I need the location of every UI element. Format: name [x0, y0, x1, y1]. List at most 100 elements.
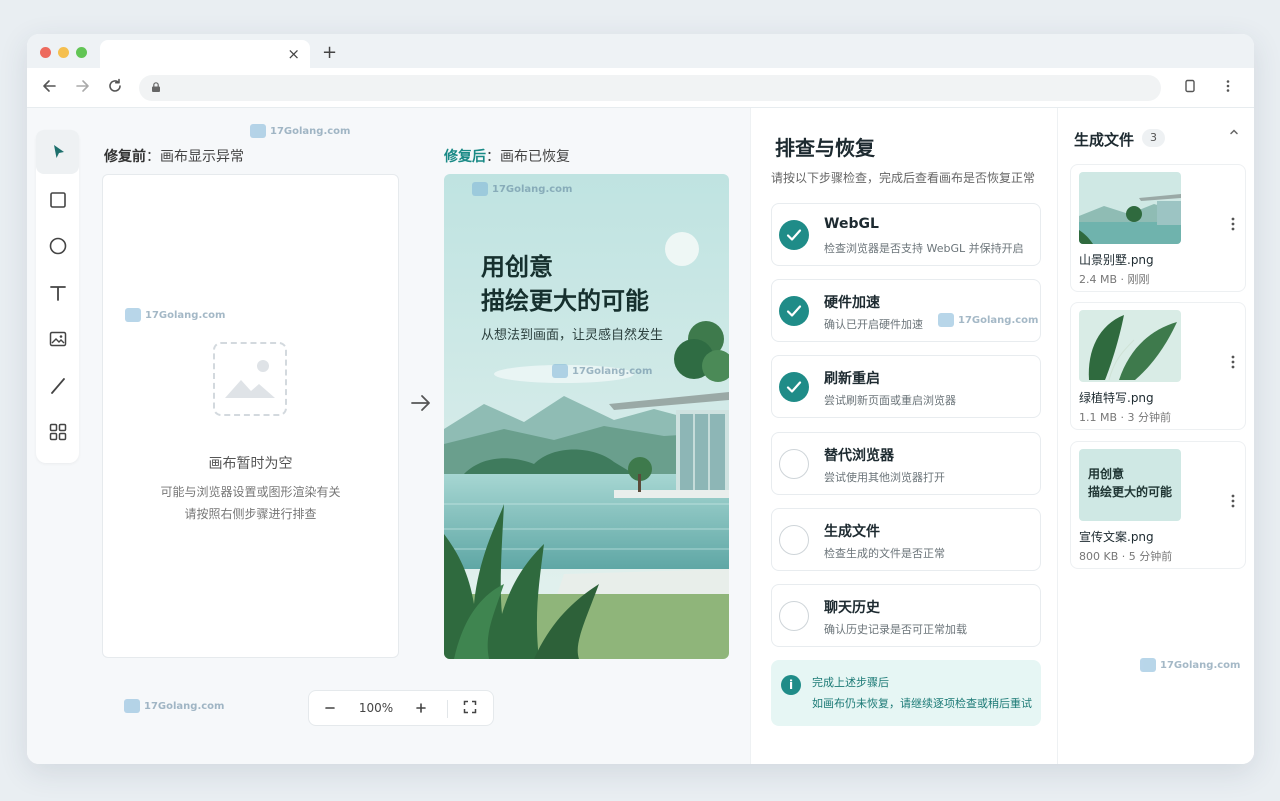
step-alternate-browser[interactable]: 替代浏览器 尝试使用其他浏览器打开 [771, 432, 1041, 495]
menu-icon[interactable] [1218, 78, 1238, 98]
watermark-logo-icon [250, 124, 266, 138]
troubleshoot-panel: 排查与恢复 请按以下步骤检查，完成后查看画布是否恢复正常 WebGL 检查浏览器… [750, 108, 1057, 764]
line-tool[interactable] [36, 364, 79, 408]
more-icon[interactable] [1231, 217, 1235, 235]
browser-tab[interactable]: × [100, 40, 310, 68]
step-webgl[interactable]: WebGL 检查浏览器是否支持 WebGL 并保持开启 [771, 203, 1041, 266]
poster-title-line2: 描绘更大的可能 [481, 287, 649, 315]
file-card[interactable]: 绿植特写.png 1.1 MB · 3 分钟前 [1070, 302, 1246, 430]
notice-desc: 如画布仍未恢复，请继续逐项检查或稍后重试 [812, 697, 1032, 710]
file-name: 山景别墅.png [1079, 253, 1154, 267]
image-tool[interactable] [36, 317, 79, 361]
tool-rail [36, 130, 79, 463]
unchecked-circle-icon [779, 601, 809, 631]
poster-subtitle: 从想法到画面，让灵感自然发生 [481, 328, 664, 343]
watermark: 17Golang.com [250, 124, 350, 138]
completion-notice: i 完成上述步骤后 如画布仍未恢复，请继续逐项检查或稍后重试 [771, 660, 1041, 726]
rectangle-tool[interactable] [36, 178, 79, 222]
empty-canvas-panel: 画布暂时为空 可能与浏览器设置或图形渲染有关 请按照右侧步骤进行排查 17Gol… [102, 174, 399, 658]
image-placeholder-icon [213, 342, 287, 416]
troubleshoot-desc: 请按以下步骤检查，完成后查看画布是否恢复正常 [771, 171, 1036, 185]
poster-title: 用创意 描绘更大的可能 [481, 250, 649, 318]
thumbnail-text: 用创意 描绘更大的可能 [1088, 465, 1172, 501]
tab-strip: × + [27, 34, 1254, 68]
step-desc: 确认历史记录是否可正常加载 [824, 623, 967, 636]
file-meta: 1.1 MB · 3 分钟前 [1079, 411, 1172, 424]
lock-icon [152, 82, 160, 92]
circle-icon [49, 237, 66, 255]
zoom-bar: 100% [308, 690, 494, 726]
step-generated-files[interactable]: 生成文件 检查生成的文件是否正常 [771, 508, 1041, 571]
new-tab-button[interactable]: + [322, 42, 337, 63]
thumbnail-text-line2: 描绘更大的可能 [1088, 485, 1173, 499]
address-bar[interactable] [139, 75, 1161, 101]
step-chat-history[interactable]: 聊天历史 确认历史记录是否可正常加载 [771, 584, 1041, 647]
notice-title: 完成上述步骤后 [812, 676, 889, 689]
zoom-in-button[interactable] [411, 699, 431, 719]
arrow-right-icon [411, 395, 430, 411]
watermark: 17Golang.com [938, 313, 1038, 327]
tab-close-icon[interactable]: × [287, 44, 300, 64]
step-title: 硬件加速 [824, 295, 880, 311]
line-icon [50, 378, 65, 394]
minimize-window-button[interactable] [58, 47, 69, 58]
more-tools-button[interactable] [36, 410, 79, 454]
empty-desc-line1: 可能与浏览器设置或图形渲染有关 [160, 485, 341, 499]
text-tool[interactable] [36, 271, 79, 315]
bookmark-icon[interactable] [1180, 78, 1200, 98]
zoom-divider [447, 700, 448, 718]
zoom-out-button[interactable] [320, 699, 340, 719]
fullscreen-icon[interactable] [460, 699, 480, 719]
rectangle-icon [49, 192, 66, 208]
select-icon [53, 145, 64, 158]
step-desc: 确认已开启硬件加速 [824, 318, 923, 331]
back-icon[interactable] [40, 78, 60, 98]
before-label-text: 修复前 [104, 149, 146, 165]
after-label-text: 修复后 [444, 149, 486, 165]
watermark-logo-icon [124, 699, 140, 713]
watermark-logo-icon [1140, 658, 1156, 672]
step-title: 聊天历史 [824, 600, 880, 616]
file-card[interactable]: 山景别墅.png 2.4 MB · 刚刚 [1070, 164, 1246, 292]
after-label: 修复后：画布已恢复 [444, 146, 570, 166]
check-icon [779, 296, 809, 326]
unchecked-circle-icon [779, 525, 809, 555]
watermark: 17Golang.com [472, 182, 572, 196]
close-window-button[interactable] [40, 47, 51, 58]
watermark: 17Golang.com [1140, 658, 1240, 672]
grid-icon [49, 423, 66, 441]
empty-title: 画布暂时为空 [208, 456, 293, 472]
watermark: 17Golang.com [552, 364, 652, 378]
circle-tool[interactable] [36, 224, 79, 268]
step-refresh-restart[interactable]: 刷新重启 尝试刷新页面或重启浏览器 [771, 355, 1041, 418]
file-thumbnail: 用创意 描绘更大的可能 [1079, 449, 1181, 521]
file-card[interactable]: 用创意 描绘更大的可能 宣传文案.png 800 KB · 5 分钟前 [1070, 441, 1246, 569]
browser-window: × + 17Golang.com 修复前：画布显示异常 修复后：画布已恢复 画布… [27, 34, 1254, 764]
image-icon [49, 331, 66, 347]
forward-icon[interactable] [72, 78, 92, 98]
maximize-window-button[interactable] [76, 47, 87, 58]
step-desc: 尝试刷新页面或重启浏览器 [824, 394, 956, 407]
after-label-sub: ：画布已恢复 [486, 149, 570, 165]
step-title: 刷新重启 [824, 371, 880, 387]
step-title: WebGL [824, 216, 879, 232]
step-hardware-acceleration[interactable]: 硬件加速 确认已开启硬件加速 17Golang.com [771, 279, 1041, 342]
unchecked-circle-icon [779, 449, 809, 479]
more-icon[interactable] [1231, 494, 1235, 512]
before-label-sub: ：画布显示异常 [146, 149, 244, 165]
poster-title-line1: 用创意 [481, 253, 553, 281]
troubleshoot-title: 排查与恢复 [775, 136, 875, 160]
before-label: 修复前：画布显示异常 [104, 146, 244, 166]
zoom-level: 100% [358, 701, 394, 715]
step-desc: 尝试使用其他浏览器打开 [824, 471, 945, 484]
chevron-up-icon[interactable] [1228, 126, 1240, 142]
more-icon[interactable] [1231, 355, 1235, 373]
step-desc: 检查浏览器是否支持 WebGL 并保持开启 [824, 242, 1024, 255]
landscape-illustration [444, 174, 729, 659]
step-desc: 检查生成的文件是否正常 [824, 547, 945, 560]
watermark-logo-icon [938, 313, 954, 327]
reload-icon[interactable] [105, 78, 125, 98]
file-meta: 2.4 MB · 刚刚 [1079, 273, 1150, 286]
select-tool[interactable] [36, 130, 79, 174]
files-count-badge: 3 [1142, 129, 1165, 147]
